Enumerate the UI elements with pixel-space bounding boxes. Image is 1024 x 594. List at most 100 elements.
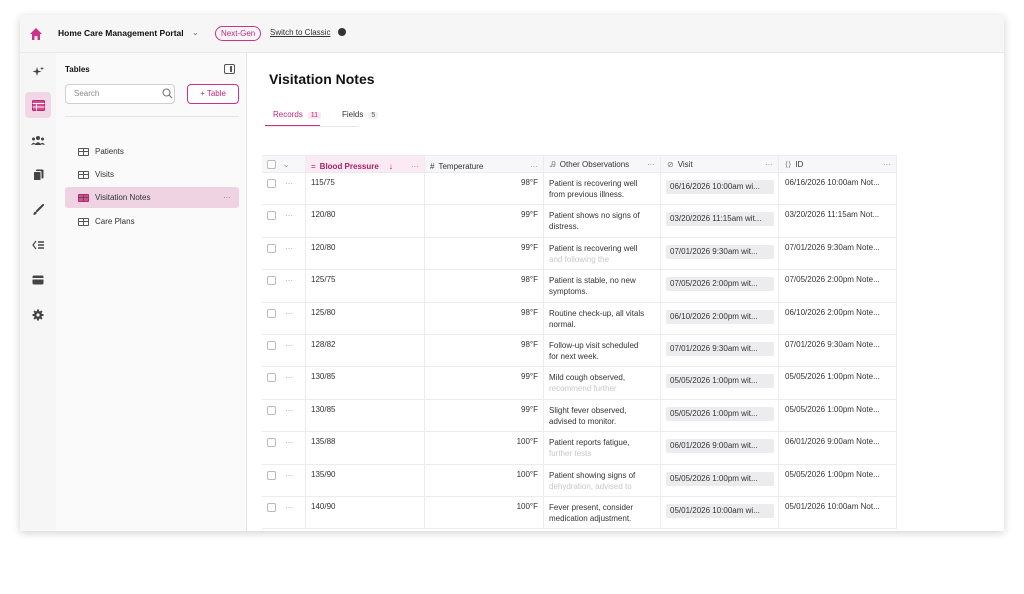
visit-link-chip[interactable]: 06/16/2026 10:00am wi... <box>666 180 774 194</box>
table-row[interactable]: ··· 140/90 100°F Fever present, consider med… <box>262 497 897 530</box>
id-cell[interactable]: 07/01/2026 9:30am Note... <box>779 237 897 270</box>
blood-pressure-cell[interactable]: 130/85 <box>306 367 425 399</box>
more-options-icon[interactable]: ··· <box>223 193 231 202</box>
visit-cell[interactable]: 07/01/2026 9:30am wit... <box>661 237 779 270</box>
visit-link-chip[interactable]: 05/05/2026 1:00pm wit... <box>666 406 774 421</box>
id-cell[interactable]: 06/10/2026 2:00pm Note... <box>779 302 897 334</box>
row-checkbox[interactable] <box>267 243 276 253</box>
table-row[interactable]: ··· 120/80 99°F Patient is recovering well a… <box>262 237 897 271</box>
more-options-icon[interactable]: ··· <box>285 276 293 285</box>
id-cell[interactable]: 03/20/2026 11:15am Not... <box>779 205 897 237</box>
id-cell[interactable]: 05/01/2026 10:00am Not... <box>779 497 897 529</box>
switch-to-classic-link[interactable]: Switch to Classic <box>270 28 330 37</box>
more-options-icon[interactable]: ··· <box>411 162 419 171</box>
table-row[interactable]: ··· 130/85 99°F Mild cough observed, recomme… <box>262 367 897 400</box>
temperature-cell[interactable]: 100°F <box>425 464 544 496</box>
sort-descending-icon[interactable]: ↓ <box>389 162 393 171</box>
temperature-cell[interactable]: 100°F <box>425 432 544 464</box>
nextgen-badge[interactable]: Next-Gen <box>215 26 262 41</box>
tables-nav-icon[interactable] <box>25 92 51 118</box>
visit-link-chip[interactable]: 05/05/2026 1:00pm wit... <box>666 471 774 486</box>
more-options-icon[interactable]: ··· <box>285 471 293 480</box>
observations-cell[interactable]: Patient is recovering well from previous … <box>544 173 661 205</box>
visit-cell[interactable]: 05/05/2026 1:00pm wit... <box>661 367 779 399</box>
more-options-icon[interactable]: ··· <box>285 179 293 188</box>
visit-link-chip[interactable]: 07/01/2026 9:30am wit... <box>666 244 774 259</box>
id-cell[interactable]: 05/05/2026 1:00pm Note... <box>779 367 897 399</box>
table-row[interactable]: ··· 120/80 99°F Patient shows no signs of di… <box>262 205 897 238</box>
blood-pressure-cell[interactable]: 135/88 <box>306 432 425 464</box>
temperature-cell[interactable]: 98°F <box>425 173 544 205</box>
documents-icon[interactable] <box>25 162 51 188</box>
column-header-temperature[interactable]: # Temperature ··· <box>425 156 544 172</box>
observations-cell[interactable]: Patient reports fatigue, further tests <box>544 432 661 464</box>
blood-pressure-cell[interactable]: 115/75 <box>306 173 425 205</box>
paint-brush-icon[interactable] <box>25 197 51 223</box>
more-options-icon[interactable]: ··· <box>285 244 293 253</box>
sidebar-item-visitation-notes[interactable]: Visitation Notes ··· <box>65 187 239 208</box>
visit-cell[interactable]: 06/16/2026 10:00am wi... <box>661 173 779 205</box>
row-checkbox[interactable] <box>267 438 276 448</box>
card-icon[interactable] <box>25 267 51 293</box>
portal-title[interactable]: Home Care Management Portal <box>58 28 184 38</box>
search-icon[interactable] <box>162 88 173 99</box>
visit-cell[interactable]: 03/20/2026 11:15am wit... <box>661 205 779 237</box>
sidebar-item-visits[interactable]: Visits <box>65 164 239 185</box>
temperature-cell[interactable]: 99°F <box>425 205 544 237</box>
visit-cell[interactable]: 05/05/2026 1:00pm wit... <box>661 399 779 432</box>
more-options-icon[interactable]: ··· <box>285 373 293 382</box>
visit-link-chip[interactable]: 06/01/2026 9:00am wit... <box>666 439 774 454</box>
row-checkbox[interactable] <box>267 373 276 383</box>
blood-pressure-cell[interactable]: 128/82 <box>306 335 425 367</box>
id-cell[interactable]: 05/05/2026 1:00pm Note... <box>779 399 897 432</box>
table-row[interactable]: ··· 135/88 100°F Patient reports fatigue, fu… <box>262 432 897 465</box>
observations-cell[interactable]: Slight fever observed, advised to monitor… <box>544 399 661 432</box>
blood-pressure-cell[interactable]: 140/90 <box>306 497 425 529</box>
visit-link-chip[interactable]: 05/01/2026 10:00am wi... <box>666 504 774 518</box>
observations-cell[interactable]: Patient is stable, no new symptoms. <box>544 270 661 302</box>
row-checkbox[interactable] <box>267 341 276 350</box>
visit-cell[interactable]: 06/01/2026 9:00am wit... <box>661 432 779 464</box>
select-all-checkbox[interactable] <box>267 159 276 169</box>
add-table-button[interactable]: + Table <box>187 84 239 104</box>
users-icon[interactable] <box>25 127 51 153</box>
blood-pressure-cell[interactable]: 135/90 <box>306 464 425 496</box>
observations-cell[interactable]: Patient shows no signs of distress. <box>544 205 661 237</box>
observations-cell[interactable]: Follow-up visit scheduled for next week. <box>544 335 661 367</box>
more-options-icon[interactable]: ··· <box>285 406 293 415</box>
column-header-observations[interactable]: Ꭿ Other Observations ··· <box>544 156 661 172</box>
more-options-icon[interactable]: ··· <box>647 159 655 170</box>
table-row[interactable]: ··· 115/75 98°F Patient is recovering well f… <box>262 173 897 206</box>
temperature-cell[interactable]: 98°F <box>425 335 544 367</box>
id-cell[interactable]: 06/16/2026 10:00am Not... <box>779 173 897 205</box>
observations-cell[interactable]: Patient is recovering well and following … <box>544 237 661 270</box>
tab-records[interactable]: Records 11 <box>273 110 322 119</box>
chevron-down-icon[interactable]: ⌄ <box>283 160 290 169</box>
blood-pressure-cell[interactable]: 130/85 <box>306 399 425 432</box>
visit-cell[interactable]: 07/05/2026 2:00pm wit... <box>661 270 779 302</box>
id-cell[interactable]: 07/05/2026 2:00pm Note... <box>779 270 897 302</box>
column-header-visit[interactable]: ⊘ Visit ··· <box>661 156 779 172</box>
table-row[interactable]: ··· 125/75 98°F Patient is stable, no new sy… <box>262 270 897 303</box>
visit-link-chip[interactable]: 07/01/2026 9:30am wit... <box>666 342 774 356</box>
row-checkbox[interactable] <box>267 276 276 286</box>
table-row[interactable]: ··· 130/85 99°F Slight fever observed, advis… <box>262 399 897 433</box>
more-options-icon[interactable]: ··· <box>285 503 293 512</box>
more-options-icon[interactable]: ··· <box>883 160 891 169</box>
observations-cell[interactable]: Routine check-up, all vitals normal. <box>544 302 661 334</box>
tab-fields[interactable]: Fields 5 <box>342 110 379 119</box>
dataset-icon[interactable] <box>25 232 51 258</box>
home-icon[interactable] <box>28 26 44 42</box>
blood-pressure-cell[interactable]: 120/80 <box>306 237 425 270</box>
visit-link-chip[interactable]: 05/05/2026 1:00pm wit... <box>666 374 774 389</box>
id-cell[interactable]: 07/01/2026 9:30am Note... <box>779 335 897 367</box>
id-cell[interactable]: 06/01/2026 9:00am Note... <box>779 432 897 464</box>
column-header-id[interactable]: ⟨⟩ ID ··· <box>779 156 897 172</box>
table-row[interactable]: ··· 125/80 98°F Routine check-up, all vital… <box>262 302 897 335</box>
visit-link-chip[interactable]: 03/20/2026 11:15am wit... <box>666 212 774 227</box>
temperature-cell[interactable]: 98°F <box>425 302 544 334</box>
observations-cell[interactable]: Mild cough observed, recommend further <box>544 367 661 399</box>
column-header-blood-pressure[interactable]: = Blood Pressure ↓ ··· <box>306 156 425 172</box>
row-checkbox[interactable] <box>267 503 276 512</box>
blood-pressure-cell[interactable]: 125/75 <box>306 270 425 302</box>
